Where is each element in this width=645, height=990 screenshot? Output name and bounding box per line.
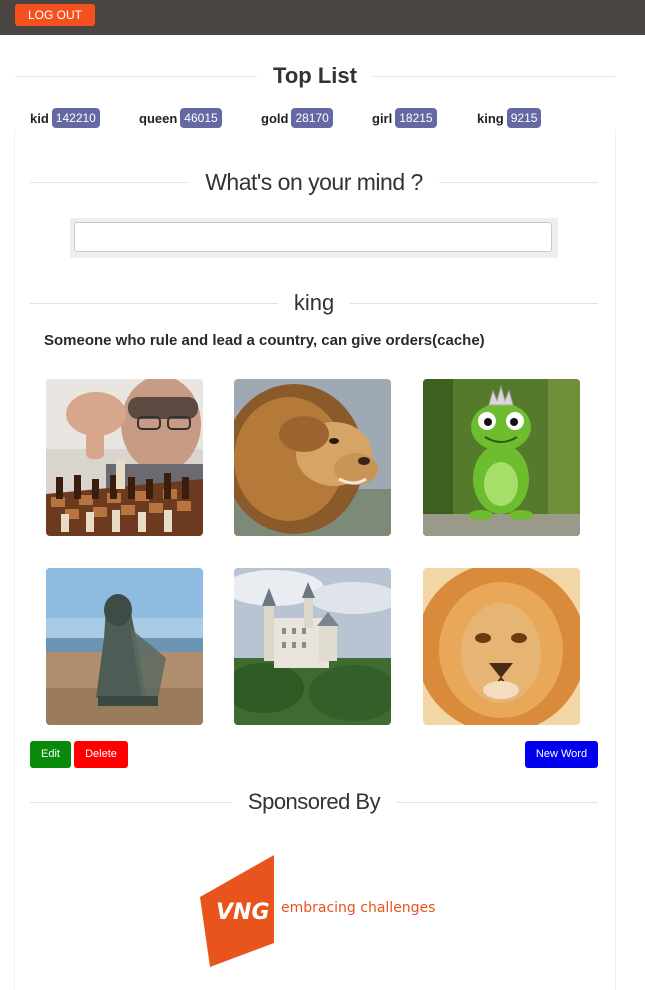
tag-word: king (477, 110, 504, 126)
top-list-item-gold[interactable]: gold 28170 (261, 107, 333, 129)
edit-button[interactable]: Edit (30, 741, 71, 768)
count-badge: 9215 (506, 108, 542, 128)
search-input[interactable] (74, 222, 552, 252)
word-title: king (293, 290, 335, 315)
logo-mark: VNG (216, 900, 270, 925)
tag-word: girl (372, 110, 393, 126)
top-navbar: LOG OUT (0, 0, 645, 35)
search-box (70, 218, 558, 258)
sponsor-heading: Sponsored By (30, 787, 599, 817)
sponsor-title: Sponsored By (247, 789, 381, 814)
logout-button[interactable]: LOG OUT (15, 4, 95, 26)
mind-heading: What's on your mind ? (30, 165, 599, 199)
top-list-title: Top List (273, 63, 357, 88)
chess-player-photo[interactable] (46, 379, 203, 536)
count-badge: 142210 (51, 108, 100, 128)
knight-statue-photo[interactable] (46, 568, 203, 725)
vng-logo[interactable]: VNG embracing challenges (196, 855, 436, 970)
divider (30, 801, 232, 803)
word-heading: king (30, 288, 599, 318)
top-list-item-king[interactable]: king 9215 (477, 107, 542, 129)
divider (30, 181, 190, 183)
tag-word: gold (261, 110, 289, 126)
mind-title: What's on your mind ? (205, 168, 423, 195)
castle-photo[interactable] (234, 568, 391, 725)
tag-word: queen (139, 110, 178, 126)
frog-king-figurine-photo[interactable] (423, 379, 580, 536)
divider (396, 801, 599, 803)
divider (15, 75, 258, 77)
lion-face-photo[interactable] (423, 568, 580, 725)
top-list-heading: Top List (15, 60, 616, 92)
count-badge: 28170 (291, 108, 333, 128)
top-list-item-queen[interactable]: queen 46015 (139, 107, 222, 129)
top-list-tags: kid 142210 queen 46015 gold 28170 girl 1… (30, 107, 600, 129)
divider (350, 302, 599, 304)
tag-word: kid (30, 110, 49, 126)
divider (372, 75, 616, 77)
delete-button[interactable]: Delete (74, 741, 128, 768)
new-word-button[interactable]: New Word (525, 741, 598, 768)
count-badge: 46015 (180, 108, 222, 128)
top-list-item-kid[interactable]: kid 142210 (30, 107, 100, 129)
lion-profile-photo[interactable] (234, 379, 391, 536)
divider (30, 302, 278, 304)
top-list-item-girl[interactable]: girl 18215 (372, 107, 437, 129)
sponsor-tagline: embracing challenges (281, 900, 436, 916)
count-badge: 18215 (395, 108, 437, 128)
divider (438, 181, 599, 183)
word-definition: Someone who rule and lead a country, can… (44, 332, 485, 349)
